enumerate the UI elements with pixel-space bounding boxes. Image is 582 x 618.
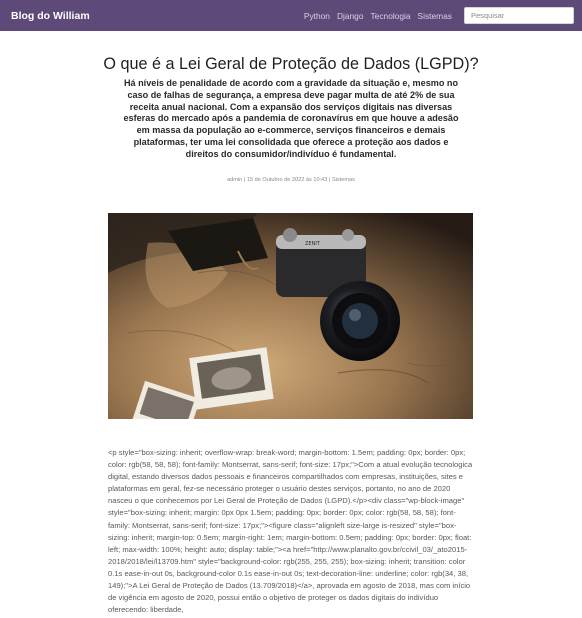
post-body-raw-html: <p style="box-sizing: inherit; overflow-… <box>108 448 473 615</box>
post-meta: admin | 15 de Outubro de 2022 às 10:43 |… <box>227 176 355 183</box>
nav-link-python[interactable]: Python <box>304 11 330 21</box>
search-input[interactable] <box>464 7 574 24</box>
svg-text:ZENIT: ZENIT <box>305 241 321 247</box>
post-content: O que é a Lei Geral de Proteção de Dados… <box>0 55 582 614</box>
brand-link[interactable]: Blog do William <box>11 10 90 22</box>
nav-link-django[interactable]: Django <box>337 11 364 21</box>
nav-link-tecnologia[interactable]: Tecnologia <box>371 11 411 21</box>
post-image: ZENIT <box>108 212 473 419</box>
top-navbar: Blog do William Python Django Tecnologia… <box>0 0 582 31</box>
nav-link-sistemas[interactable]: Sistemas <box>418 11 452 21</box>
post-subtitle: Há níveis de penalidade de acordo com a … <box>123 78 459 159</box>
post-title: O que é a Lei Geral de Proteção de Dados… <box>103 55 479 73</box>
nav-links: Python Django Tecnologia Sistemas <box>297 11 452 21</box>
